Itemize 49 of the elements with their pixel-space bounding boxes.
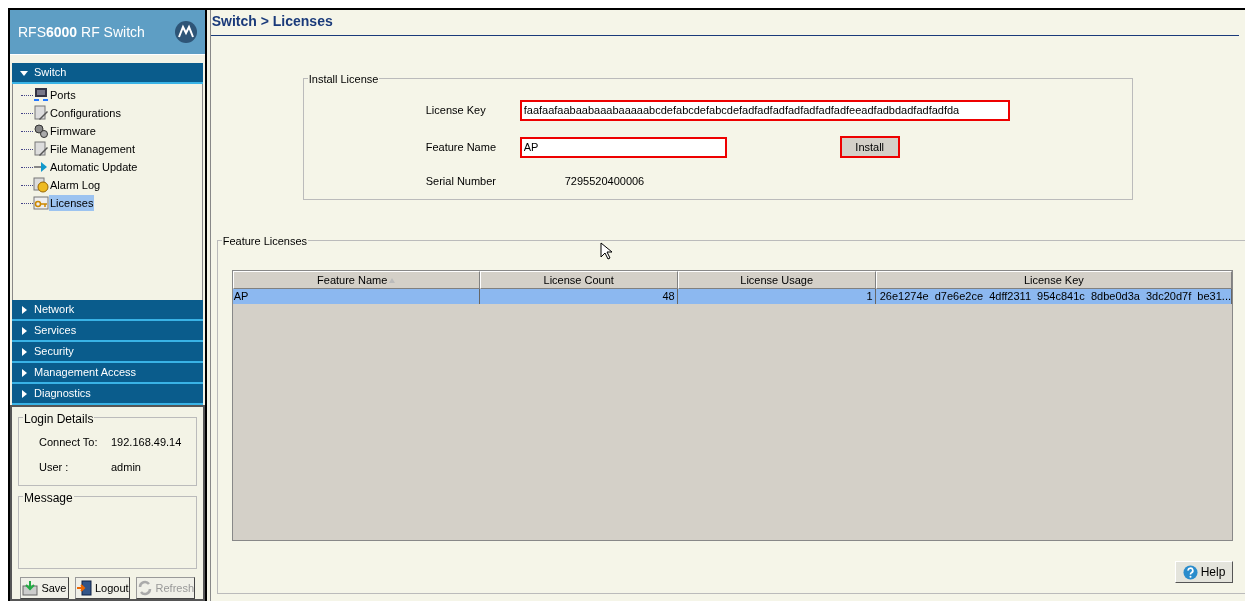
field-value: 192.168.49.14 [111,435,182,450]
tree-item[interactable]: File Management [49,140,136,158]
key-icon [33,195,49,211]
logo-icon [175,21,198,43]
field-label: Feature Name [425,139,497,155]
tree-item[interactable]: Firmware [49,122,97,140]
category-bar[interactable]: Management Access [12,363,204,384]
field-label: Serial Number [425,174,497,189]
sidebar-button[interactable]: Save [20,577,69,599]
save-icon [22,580,39,596]
app-title: RFS6000 RF Switch [18,22,145,42]
field-value: 7295520400006 [564,174,645,189]
field-value: admin [111,459,141,475]
tree-item[interactable]: Ports [49,86,77,104]
gears-icon [33,123,49,139]
help-button[interactable]: Help [1175,561,1233,583]
mouse-cursor-icon [599,242,612,260]
category-bar[interactable]: Services [12,321,204,342]
help-icon [1182,564,1198,580]
install-button[interactable]: Install [839,136,900,158]
page-title: Switch > Licenses [211,12,333,31]
table-cell: 1 [677,289,876,304]
tree-item[interactable]: Configurations [49,104,122,122]
category-bar[interactable]: Network [12,300,204,321]
tree-item[interactable]: Licenses [49,194,95,212]
category-bar[interactable]: Diagnostics [12,384,204,405]
field-label: Connect To: [39,435,99,450]
tree-item[interactable]: Alarm Log [49,176,102,194]
document-icon [33,105,49,121]
arrow-icon [33,159,49,175]
table-cell: AP [232,289,480,304]
refresh-icon [136,580,153,596]
category-bar[interactable]: Security [12,342,204,363]
category-bar[interactable]: Switch [12,63,204,84]
table-cell: 48 [479,289,678,304]
column-header[interactable]: Feature Name [232,271,480,289]
door-icon [75,580,92,596]
monitor-icon [33,87,49,103]
column-header[interactable]: License Key [875,271,1232,289]
field-label: License Key [425,102,487,118]
document-icon [33,141,49,157]
field-label: User : [39,459,70,475]
table-cell: 26e1274e d7e6e2ce 4dff2311 954c841c 8dbe0d3a 3dc20d7f be31... [875,289,1232,304]
feature-name-field[interactable]: AP [519,136,727,158]
sidebar-button[interactable]: Logout [74,577,130,599]
license-key-field[interactable]: faafaafaabaabaaabaaaaabcdefabcdefabcdefadfadfadfadfadfadfadfeeadfadbdadfadfadfda [519,99,1010,121]
column-header[interactable]: License Count [479,271,678,289]
column-header[interactable]: License Usage [677,271,876,289]
tree-item[interactable]: Automatic Update [49,158,139,176]
